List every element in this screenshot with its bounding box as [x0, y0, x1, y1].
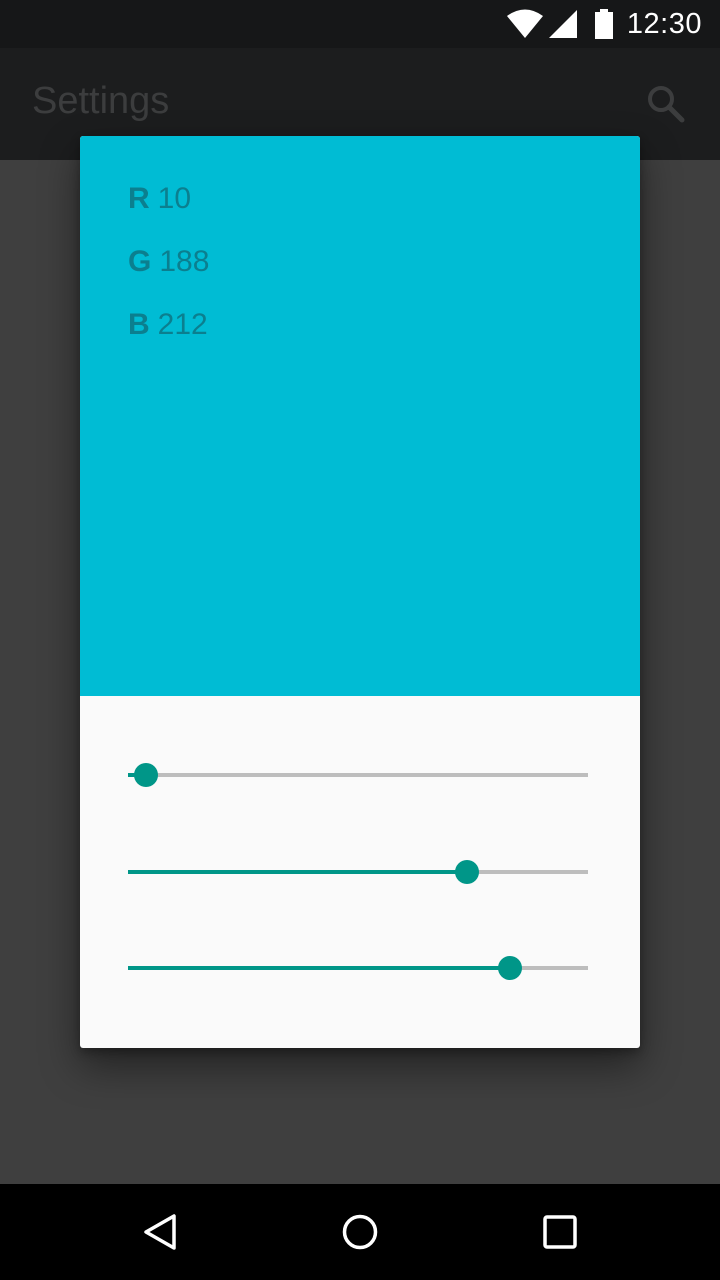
channel-green-readout: G 188 — [128, 245, 209, 279]
home-icon — [342, 1214, 378, 1250]
navigation-bar — [0, 1184, 720, 1280]
back-icon — [144, 1214, 176, 1250]
recents-button[interactable] — [540, 1212, 580, 1252]
channel-red-value: 10 — [157, 182, 192, 215]
battery-icon — [594, 9, 613, 39]
wifi-icon — [506, 9, 543, 39]
red-slider[interactable] — [128, 755, 588, 795]
back-button[interactable] — [140, 1212, 180, 1252]
recents-icon — [543, 1215, 577, 1249]
channel-red-letter: R — [128, 182, 150, 215]
red-slider-track[interactable] — [128, 773, 588, 777]
blue-slider-fill — [128, 966, 511, 970]
green-slider-fill — [128, 870, 468, 874]
status-bar: 12:30 — [0, 0, 720, 48]
channel-green-value: 188 — [159, 245, 210, 278]
blue-slider[interactable] — [128, 948, 588, 988]
status-icons: 12:30 — [506, 7, 702, 40]
blue-slider-thumb[interactable] — [498, 956, 523, 980]
channel-blue-readout: B 212 — [128, 308, 208, 342]
color-preview-swatch: R 10 G 188 B 212 — [80, 136, 640, 696]
red-slider-thumb[interactable] — [134, 763, 159, 787]
channel-blue-letter: B — [128, 308, 150, 341]
status-clock: 12:30 — [626, 7, 702, 40]
color-picker-dialog: R 10 G 188 B 212 — [80, 136, 640, 1048]
home-button[interactable] — [340, 1212, 380, 1252]
cell-signal-icon — [548, 10, 577, 38]
green-slider-thumb[interactable] — [455, 860, 480, 884]
search-icon — [648, 86, 685, 123]
green-slider[interactable] — [128, 852, 588, 892]
page-title: Settings — [32, 80, 170, 122]
channel-green-letter: G — [128, 245, 152, 278]
channel-red-readout: R 10 — [128, 182, 191, 216]
channel-blue-value: 212 — [157, 308, 208, 341]
search-button[interactable] — [646, 84, 686, 124]
